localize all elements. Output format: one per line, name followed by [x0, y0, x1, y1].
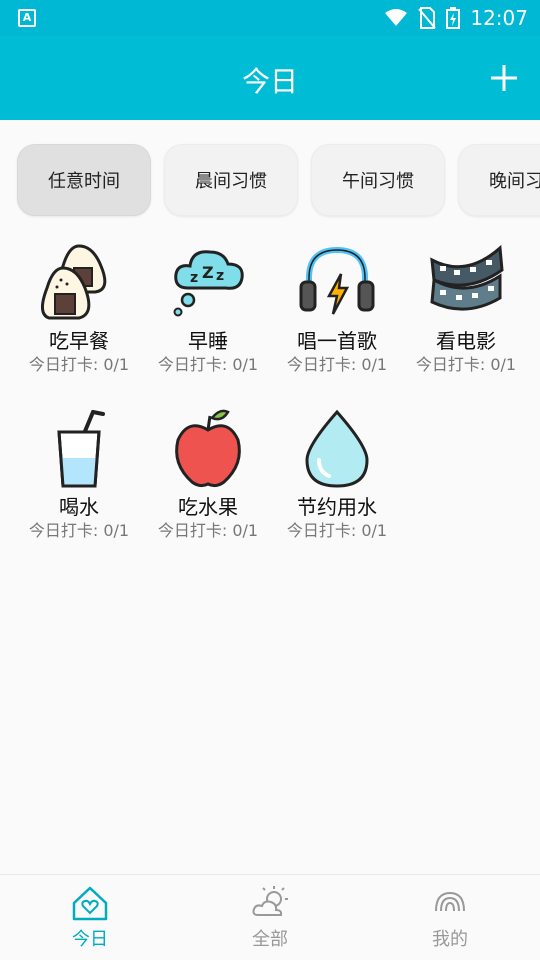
- habit-name: 喝水: [59, 495, 99, 519]
- chip-evening[interactable]: 晚间习惯: [458, 144, 540, 216]
- water-glass-icon: [57, 410, 105, 488]
- nav-today-label: 今日: [72, 929, 108, 950]
- nav-all-label: 全部: [252, 929, 288, 950]
- nav-today[interactable]: 今日: [30, 883, 150, 951]
- svg-text:z: z: [190, 270, 198, 286]
- svg-text:Z: Z: [202, 263, 214, 282]
- habit-count: 今日打卡: 0/1: [157, 355, 259, 374]
- page-title: 今日: [241, 65, 298, 98]
- status-bar: A 12:07: [0, 0, 540, 36]
- chip-morning[interactable]: 晨间习惯: [164, 144, 298, 216]
- habit-name: 吃水果: [178, 495, 238, 519]
- chip-any-time[interactable]: 任意时间: [17, 144, 151, 216]
- headphones-icon: [299, 246, 375, 315]
- sleep-cloud-icon: z Z z: [173, 250, 244, 317]
- battery-charging-icon: [446, 7, 461, 29]
- svg-text:z: z: [216, 268, 224, 284]
- habit-name: 节约用水: [297, 495, 377, 519]
- habit-name: 唱一首歌: [297, 329, 377, 353]
- nav-all[interactable]: 全部: [210, 883, 330, 951]
- home-heart-icon: [72, 886, 108, 921]
- wifi-icon: [385, 9, 408, 26]
- habit-name: 吃早餐: [49, 329, 109, 353]
- weather-sun-cloud-icon: [252, 886, 288, 916]
- nav-mine[interactable]: 我的: [390, 883, 510, 951]
- app-bar: 今日: [0, 36, 540, 120]
- bottom-nav: 今日 全部 我的: [0, 874, 540, 960]
- habit-name: 早睡: [188, 329, 228, 353]
- habit-item[interactable]: 唱一首歌 今日打卡: 0/1: [272, 240, 402, 376]
- habit-count: 今日打卡: 0/1: [157, 521, 259, 540]
- plus-icon[interactable]: [488, 62, 520, 94]
- habit-item[interactable]: 看电影 今日打卡: 0/1: [401, 240, 531, 376]
- habit-count: 今日打卡: 0/1: [28, 355, 130, 374]
- water-drop-icon: [305, 409, 369, 488]
- habit-name: 看电影: [436, 329, 496, 353]
- habit-count: 今日打卡: 0/1: [286, 521, 388, 540]
- rainbow-icon: [435, 891, 465, 912]
- habit-item[interactable]: 吃水果 今日打卡: 0/1: [143, 406, 273, 542]
- habit-item[interactable]: 节约用水 今日打卡: 0/1: [272, 406, 402, 542]
- app-badge-icon: A: [18, 9, 36, 27]
- habit-count: 今日打卡: 0/1: [28, 521, 130, 540]
- habit-item[interactable]: 喝水 今日打卡: 0/1: [14, 406, 144, 542]
- apple-icon: [175, 409, 241, 488]
- time-filter-chips: 任意时间 晨间习惯 午间习惯 晚间习惯: [0, 120, 540, 230]
- no-sim-icon: [418, 7, 437, 29]
- film-strip-icon: [430, 244, 504, 311]
- habit-count: 今日打卡: 0/1: [415, 355, 517, 374]
- nav-mine-label: 我的: [432, 929, 468, 950]
- chip-noon[interactable]: 午间习惯: [311, 144, 445, 216]
- status-time: 12:07: [470, 6, 528, 30]
- status-icons: 12:07: [384, 6, 528, 30]
- rice-ball-icon: [41, 244, 107, 320]
- habit-item[interactable]: 吃早餐 今日打卡: 0/1: [14, 240, 144, 376]
- habit-item[interactable]: z Z z 早睡 今日打卡: 0/1: [143, 240, 273, 376]
- habit-count: 今日打卡: 0/1: [286, 355, 388, 374]
